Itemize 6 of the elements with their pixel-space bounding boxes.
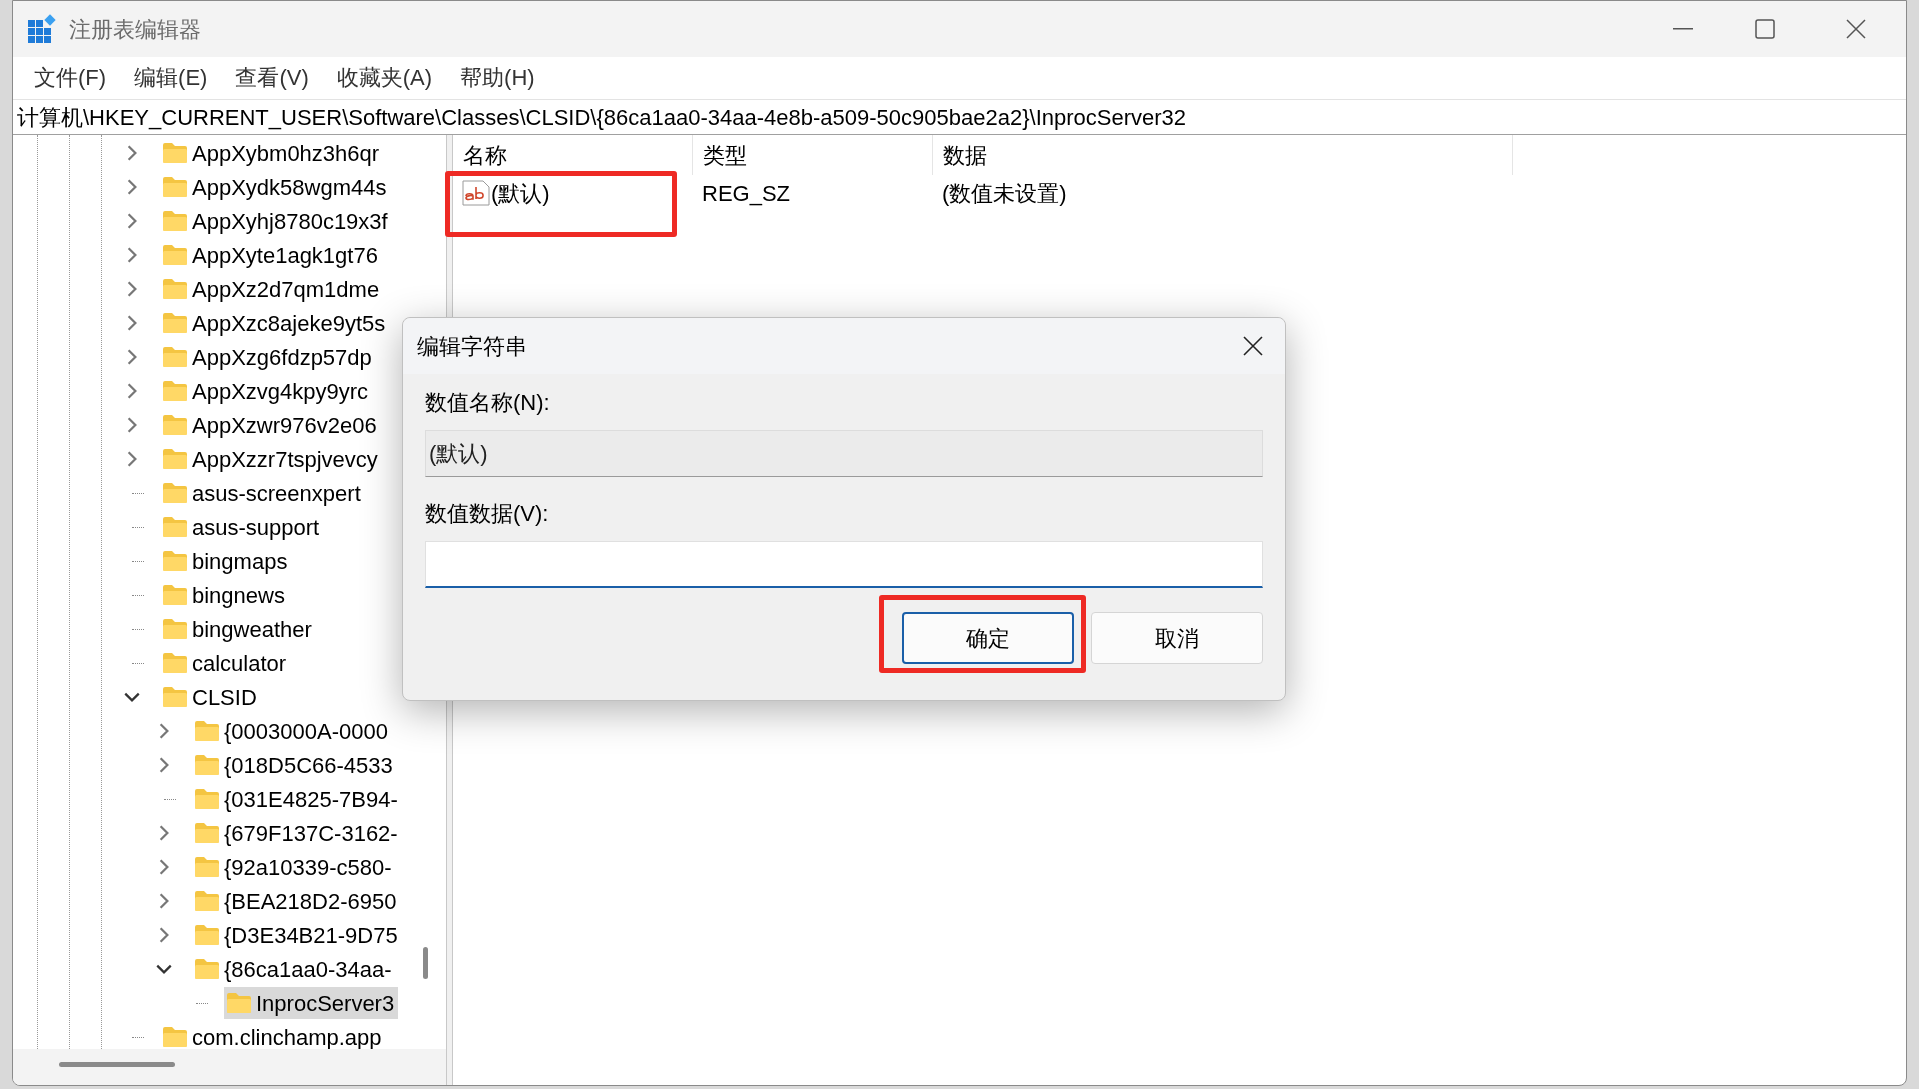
- field-label: 数值数据(V):: [425, 500, 550, 528]
- window-title: 注册表编辑器: [69, 15, 201, 44]
- value-data: (数值未设置): [941, 179, 1067, 208]
- dialog-title: 编辑字符串: [417, 332, 527, 361]
- field-label: 数值名称(N):: [425, 389, 551, 417]
- value-type: REG_SZ: [701, 179, 792, 208]
